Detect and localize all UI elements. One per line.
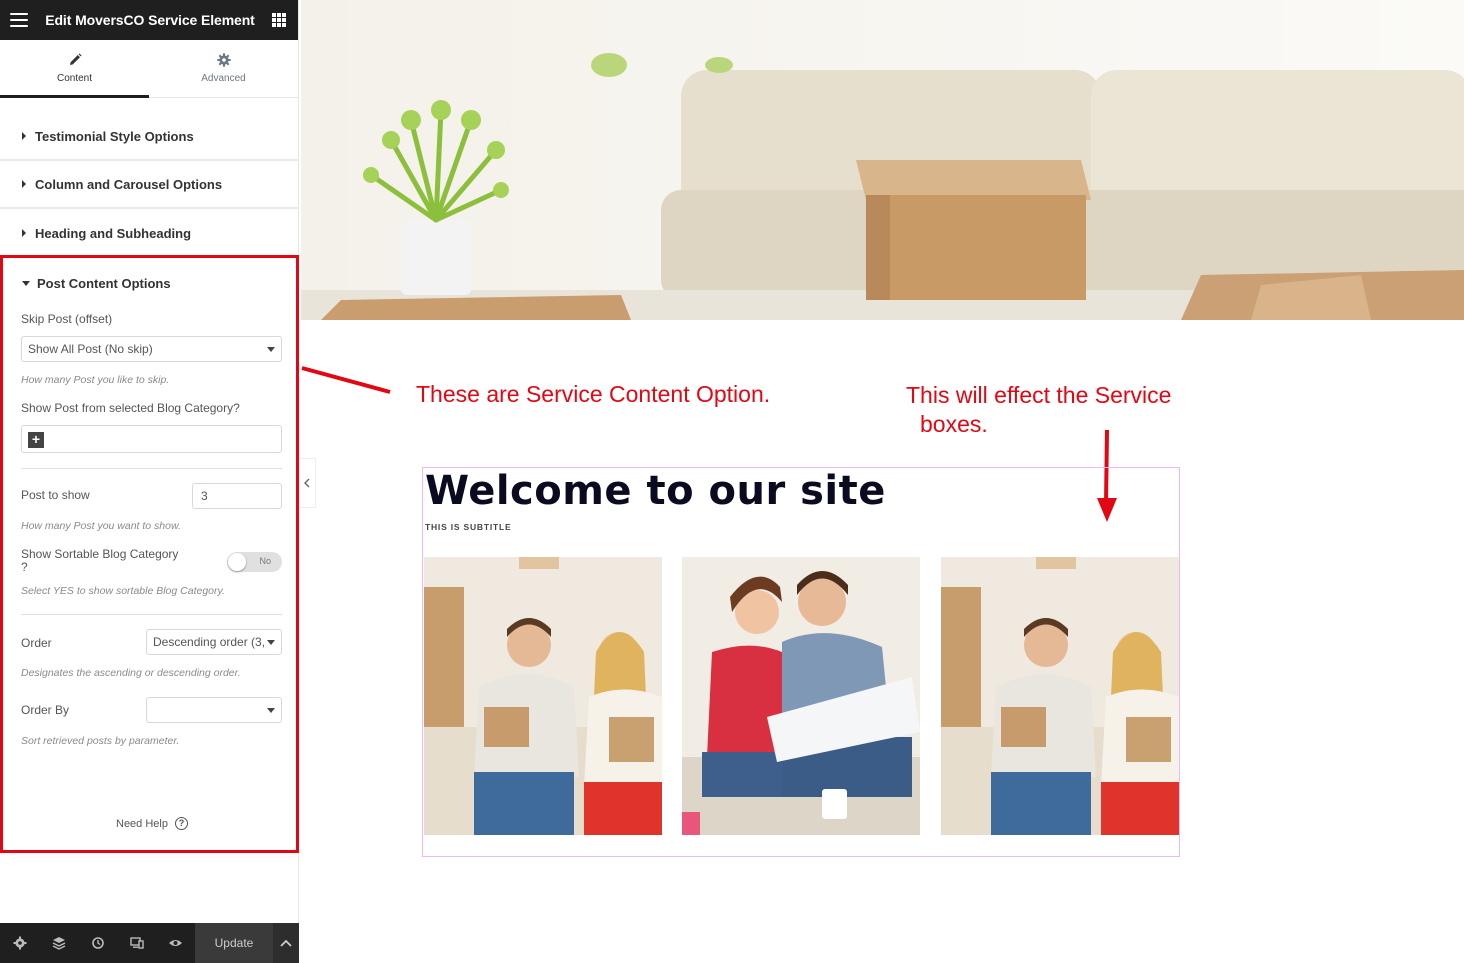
skip-post-label: Skip Post (offset) bbox=[21, 312, 113, 326]
post-content-header[interactable]: Post Content Options bbox=[3, 258, 296, 308]
annotation-line2: boxes. bbox=[920, 411, 988, 437]
post-to-show-help: How many Post you want to show. bbox=[21, 520, 181, 532]
responsive-icon[interactable] bbox=[117, 923, 156, 963]
settings-gear-icon[interactable] bbox=[0, 923, 39, 963]
caret-right-icon bbox=[22, 180, 26, 188]
post-content-heading: Post Content Options bbox=[37, 275, 171, 291]
widget-subtitle: THIS IS SUBTITLE bbox=[425, 522, 512, 532]
section-heading-subheading[interactable]: Heading and Subheading bbox=[0, 209, 298, 257]
panel-tabs: Content Advanced bbox=[0, 40, 298, 98]
section-column-carousel-label: Column and Carousel Options bbox=[35, 176, 223, 192]
pencil-icon bbox=[69, 53, 82, 65]
sortable-category-help: Select YES to show sortable Blog Categor… bbox=[21, 585, 225, 597]
menu-icon[interactable] bbox=[10, 13, 28, 27]
skip-post-value: Show All Post (No skip) bbox=[28, 342, 153, 356]
panel-title: Edit MoversCO Service Element bbox=[45, 12, 255, 28]
order-select[interactable]: Descending order (3, bbox=[146, 629, 282, 655]
service-card[interactable] bbox=[941, 557, 1179, 835]
widgets-grid-icon[interactable] bbox=[272, 13, 286, 27]
editor-screen: Edit MoversCO Service Element Content Ad… bbox=[0, 0, 1464, 963]
tab-content-label: Content bbox=[56, 73, 93, 84]
service-widget[interactable]: Welcome to our site THIS IS SUBTITLE bbox=[422, 467, 1180, 857]
dropdown-arrow-icon bbox=[267, 640, 275, 645]
order-by-select[interactable] bbox=[146, 697, 282, 723]
annotation-line1: This will effect the Service bbox=[906, 382, 1172, 408]
widget-title: Welcome to our site bbox=[425, 468, 886, 514]
service-card[interactable] bbox=[682, 557, 920, 835]
dropdown-arrow-icon bbox=[267, 708, 275, 713]
section-testimonial-style-label: Testimonial Style Options bbox=[35, 128, 194, 144]
order-label: Order bbox=[21, 636, 52, 650]
sortable-category-label: Show Sortable Blog Category ? bbox=[21, 548, 178, 574]
service-card-image bbox=[682, 557, 920, 835]
need-help-label: Need Help bbox=[116, 817, 168, 830]
toggle-label: No bbox=[259, 556, 271, 566]
chevron-up-icon[interactable] bbox=[273, 923, 299, 963]
divider bbox=[21, 614, 282, 615]
order-help: Designates the ascending or descending o… bbox=[21, 667, 241, 679]
caret-right-icon bbox=[22, 229, 26, 237]
order-value: Descending order (3, bbox=[153, 635, 266, 649]
post-to-show-input[interactable]: 3 bbox=[192, 483, 282, 509]
tab-advanced[interactable]: Advanced bbox=[149, 40, 298, 97]
service-card[interactable] bbox=[424, 557, 662, 835]
order-by-label: Order By bbox=[21, 703, 70, 717]
history-icon[interactable] bbox=[78, 923, 117, 963]
editor-panel: Edit MoversCO Service Element Content Ad… bbox=[0, 0, 299, 963]
layers-icon[interactable] bbox=[39, 923, 78, 963]
panel-footer: Update bbox=[0, 923, 299, 963]
category-label: Show Post from selected Blog Category? bbox=[21, 401, 240, 415]
sortable-category-label-line2: ? bbox=[21, 560, 28, 574]
sortable-category-label-line1: Show Sortable Blog Category bbox=[21, 547, 179, 561]
section-testimonial-style[interactable]: Testimonial Style Options bbox=[0, 113, 298, 161]
panel-header: Edit MoversCO Service Element bbox=[0, 0, 298, 40]
category-select[interactable]: + bbox=[21, 425, 282, 453]
tab-content[interactable]: Content bbox=[0, 40, 149, 98]
sortable-category-toggle[interactable]: No bbox=[227, 552, 282, 572]
chevron-left-icon bbox=[304, 478, 310, 488]
help-circle-icon: ? bbox=[174, 817, 188, 830]
eye-icon[interactable] bbox=[156, 923, 195, 963]
section-column-carousel[interactable]: Column and Carousel Options bbox=[0, 161, 298, 209]
section-heading-subheading-label: Heading and Subheading bbox=[35, 225, 192, 241]
caret-down-icon bbox=[22, 280, 30, 286]
caret-right-icon bbox=[22, 132, 26, 140]
hero-image bbox=[301, 0, 1464, 320]
skip-post-help: How many Post you like to skip. bbox=[21, 374, 170, 386]
need-help-link[interactable]: Need Help ? bbox=[116, 817, 188, 830]
post-to-show-label: Post to show bbox=[21, 488, 90, 502]
annotation-service-content: These are Service Content Option. bbox=[416, 381, 771, 407]
annotation-service-boxes: This will effect the Service boxes. bbox=[906, 381, 1171, 439]
service-card-image bbox=[424, 557, 662, 835]
update-button[interactable]: Update bbox=[195, 923, 273, 963]
collapse-panel-handle[interactable] bbox=[299, 458, 316, 508]
gear-icon bbox=[216, 53, 231, 67]
dropdown-arrow-icon bbox=[267, 347, 275, 352]
add-icon[interactable]: + bbox=[28, 432, 44, 448]
divider bbox=[21, 468, 282, 469]
toggle-knob bbox=[228, 553, 246, 571]
tab-advanced-label: Advanced bbox=[201, 73, 246, 84]
annotation-arrow-left bbox=[301, 366, 391, 394]
order-by-help: Sort retrieved posts by parameter. bbox=[21, 735, 180, 747]
skip-post-select[interactable]: Show All Post (No skip) bbox=[21, 336, 282, 362]
service-card-image bbox=[941, 557, 1179, 835]
